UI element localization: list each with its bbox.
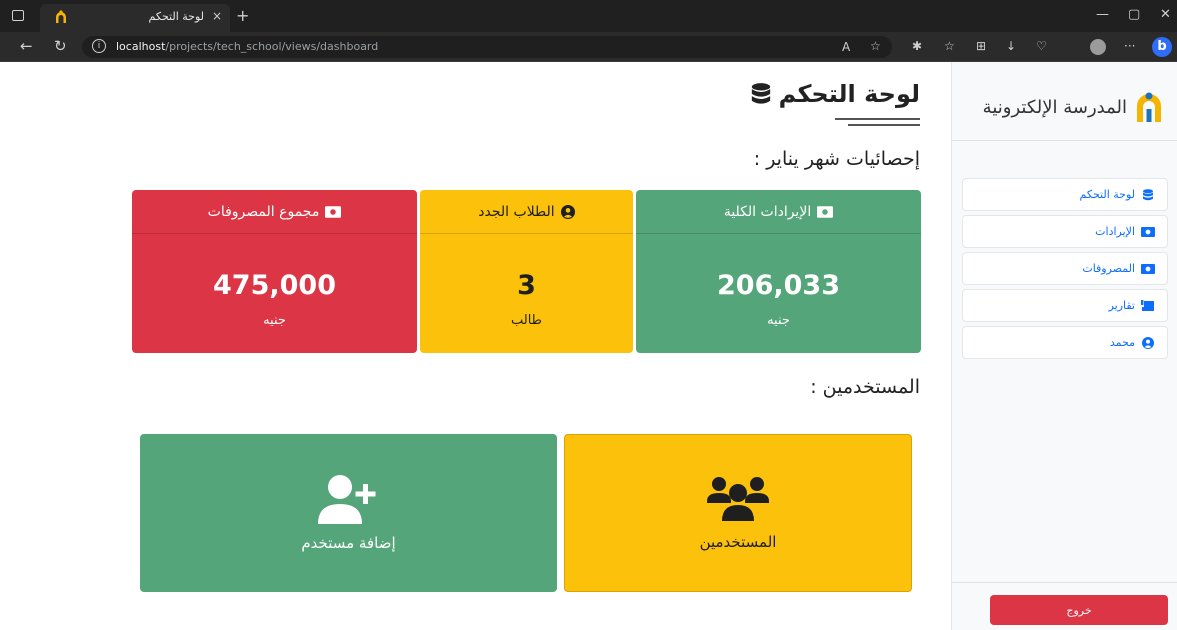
new-tab-icon[interactable]: + bbox=[236, 6, 249, 25]
brand-name: المدرسة الإلكترونية bbox=[982, 96, 1127, 118]
browser-tab[interactable]: لوحة التحكم × bbox=[40, 4, 230, 32]
stats-heading: إحصائيات شهر يناير : bbox=[753, 148, 920, 170]
tab-close-icon[interactable]: × bbox=[212, 9, 222, 23]
tile-label: المستخدمين bbox=[699, 533, 777, 551]
card-value: 475,000 bbox=[213, 270, 336, 301]
favorite-star-icon[interactable]: ☆ bbox=[870, 39, 881, 53]
tab-title: لوحة التحكم bbox=[148, 10, 204, 23]
add-user-icon bbox=[317, 475, 375, 524]
browser-tab-bar: لوحة التحكم × + — ▢ ✕ bbox=[0, 0, 1177, 32]
more-menu-icon[interactable]: ··· bbox=[1124, 39, 1135, 53]
sidebar-item-expenses[interactable]: المصروفات bbox=[962, 252, 1168, 285]
school-logo-icon bbox=[1137, 92, 1161, 122]
sidebar-item-label: الإيرادات bbox=[1095, 225, 1135, 238]
sidebar-item-dashboard[interactable]: لوحة التحكم bbox=[962, 178, 1168, 211]
sidebar-item-label: تقارير bbox=[1108, 299, 1135, 312]
card-header: مجموع المصروفات bbox=[132, 190, 417, 234]
school-logo-icon bbox=[56, 10, 66, 23]
money-icon bbox=[325, 205, 342, 218]
divider bbox=[952, 140, 1177, 141]
title-underline bbox=[848, 124, 920, 126]
user-circle-icon bbox=[1142, 336, 1154, 349]
card-value: 206,033 bbox=[717, 270, 840, 301]
money-icon bbox=[817, 205, 834, 218]
brand[interactable]: المدرسة الإلكترونية bbox=[983, 92, 1163, 122]
sidebar-item-user[interactable]: محمد bbox=[962, 326, 1168, 359]
sidebar: المدرسة الإلكترونية لوحة التحكم الإيرادا… bbox=[951, 62, 1177, 630]
add-user-tile[interactable]: إضافة مستخدم bbox=[140, 434, 557, 592]
database-icon bbox=[751, 83, 770, 104]
downloads-icon[interactable]: ↓ bbox=[1006, 39, 1016, 53]
card-unit: جنيه bbox=[263, 313, 286, 328]
card-title: الطلاب الجدد bbox=[478, 203, 555, 220]
sidebar-item-label: لوحة التحكم bbox=[1079, 188, 1135, 201]
logout-button[interactable]: خروج bbox=[990, 595, 1168, 625]
users-group-icon bbox=[707, 477, 769, 521]
database-icon bbox=[1143, 188, 1153, 200]
profile-avatar[interactable] bbox=[1090, 39, 1106, 55]
health-icon[interactable]: ♡ bbox=[1036, 39, 1047, 53]
new-students-card: الطلاب الجدد 3 طالب bbox=[420, 190, 633, 353]
report-icon bbox=[1141, 299, 1154, 311]
money-icon bbox=[1141, 226, 1155, 237]
favorites-icon[interactable]: ☆ bbox=[944, 39, 955, 53]
collections-icon[interactable]: ⊞ bbox=[976, 39, 986, 53]
card-unit: طالب bbox=[510, 313, 543, 328]
money-icon bbox=[1141, 263, 1155, 274]
card-value: 3 bbox=[517, 270, 536, 301]
back-icon[interactable]: ← bbox=[20, 37, 33, 55]
users-heading: المستخدمين : bbox=[810, 376, 920, 398]
window-close-icon[interactable]: ✕ bbox=[1160, 7, 1171, 22]
sidebar-item-label: محمد bbox=[1109, 336, 1135, 349]
user-circle-icon bbox=[560, 204, 575, 219]
bing-icon[interactable]: b bbox=[1152, 37, 1172, 57]
browser-address-bar: ← ↻ i localhost/projects/tech_school/vie… bbox=[0, 32, 1177, 62]
card-title: الإيرادات الكلية bbox=[723, 203, 812, 220]
sidebar-item-label: المصروفات bbox=[1082, 262, 1135, 275]
maximize-icon[interactable]: ▢ bbox=[1128, 7, 1140, 22]
sidebar-item-revenue[interactable]: الإيرادات bbox=[962, 215, 1168, 248]
tab-actions-icon[interactable] bbox=[12, 10, 24, 21]
total-expenses-card: مجموع المصروفات 475,000 جنيه bbox=[132, 190, 417, 353]
sidebar-item-reports[interactable]: تقارير bbox=[962, 289, 1168, 322]
total-revenue-card: الإيرادات الكلية 206,033 جنيه bbox=[636, 190, 921, 353]
card-header: الإيرادات الكلية bbox=[636, 190, 921, 234]
divider bbox=[952, 582, 1177, 583]
card-header: الطلاب الجدد bbox=[420, 190, 633, 234]
page-title: لوحة التحكم bbox=[751, 80, 920, 108]
card-unit: جنيه bbox=[767, 313, 790, 328]
reload-icon[interactable]: ↻ bbox=[54, 37, 67, 55]
extension-icon[interactable]: ✱ bbox=[912, 39, 922, 53]
sidebar-menu: لوحة التحكم الإيرادات المصروفات تقارير م… bbox=[962, 178, 1168, 363]
users-tile[interactable]: المستخدمين bbox=[564, 434, 912, 592]
url-text: localhost/projects/tech_school/views/das… bbox=[116, 40, 379, 53]
site-info-icon[interactable]: i bbox=[92, 39, 106, 53]
page-title-text: لوحة التحكم bbox=[778, 80, 920, 108]
title-underline bbox=[835, 118, 920, 120]
read-aloud-icon[interactable]: A bbox=[842, 40, 850, 54]
minimize-icon[interactable]: — bbox=[1096, 7, 1109, 22]
tile-label: إضافة مستخدم bbox=[301, 534, 396, 552]
card-title: مجموع المصروفات bbox=[207, 203, 320, 220]
url-field[interactable]: i localhost/projects/tech_school/views/d… bbox=[82, 36, 892, 58]
